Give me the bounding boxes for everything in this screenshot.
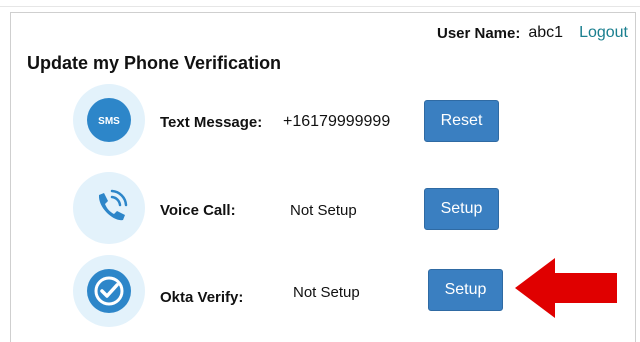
checkmark-icon-badge (73, 255, 145, 327)
sms-icon-badge: SMS (73, 84, 145, 156)
voice-call-value: Not Setup (290, 202, 357, 219)
user-area: User Name: abc1 Logout (437, 24, 628, 42)
voice-call-label: Voice Call: (160, 202, 236, 219)
okta-verify-label: Okta Verify: (160, 289, 244, 306)
page-title: Update my Phone Verification (27, 53, 282, 73)
setup-voice-call-button[interactable]: Setup (424, 188, 499, 230)
setup-okta-verify-button[interactable]: Setup (428, 269, 503, 311)
phone-call-icon (98, 189, 128, 221)
verification-row-voice-call: Voice Call: Not Setup Setup (0, 172, 640, 252)
logout-link[interactable]: Logout (579, 24, 628, 42)
phone-call-icon-badge (73, 172, 145, 244)
text-message-label: Text Message: (160, 114, 263, 131)
user-name-label: User Name: (436, 24, 521, 42)
sms-icon: SMS (87, 98, 131, 142)
okta-verify-value: Not Setup (293, 284, 360, 301)
user-name-value: abc1 (528, 24, 564, 41)
text-message-value: +16179999999 (283, 113, 391, 130)
checkmark-icon (87, 269, 131, 313)
top-divider (0, 6, 640, 7)
reset-text-message-button[interactable]: Reset (424, 100, 499, 142)
sms-icon-text: SMS (98, 116, 120, 127)
red-arrow-icon (515, 258, 617, 318)
verification-row-text-message: SMS Text Message: +16179999999 Reset (0, 84, 640, 164)
